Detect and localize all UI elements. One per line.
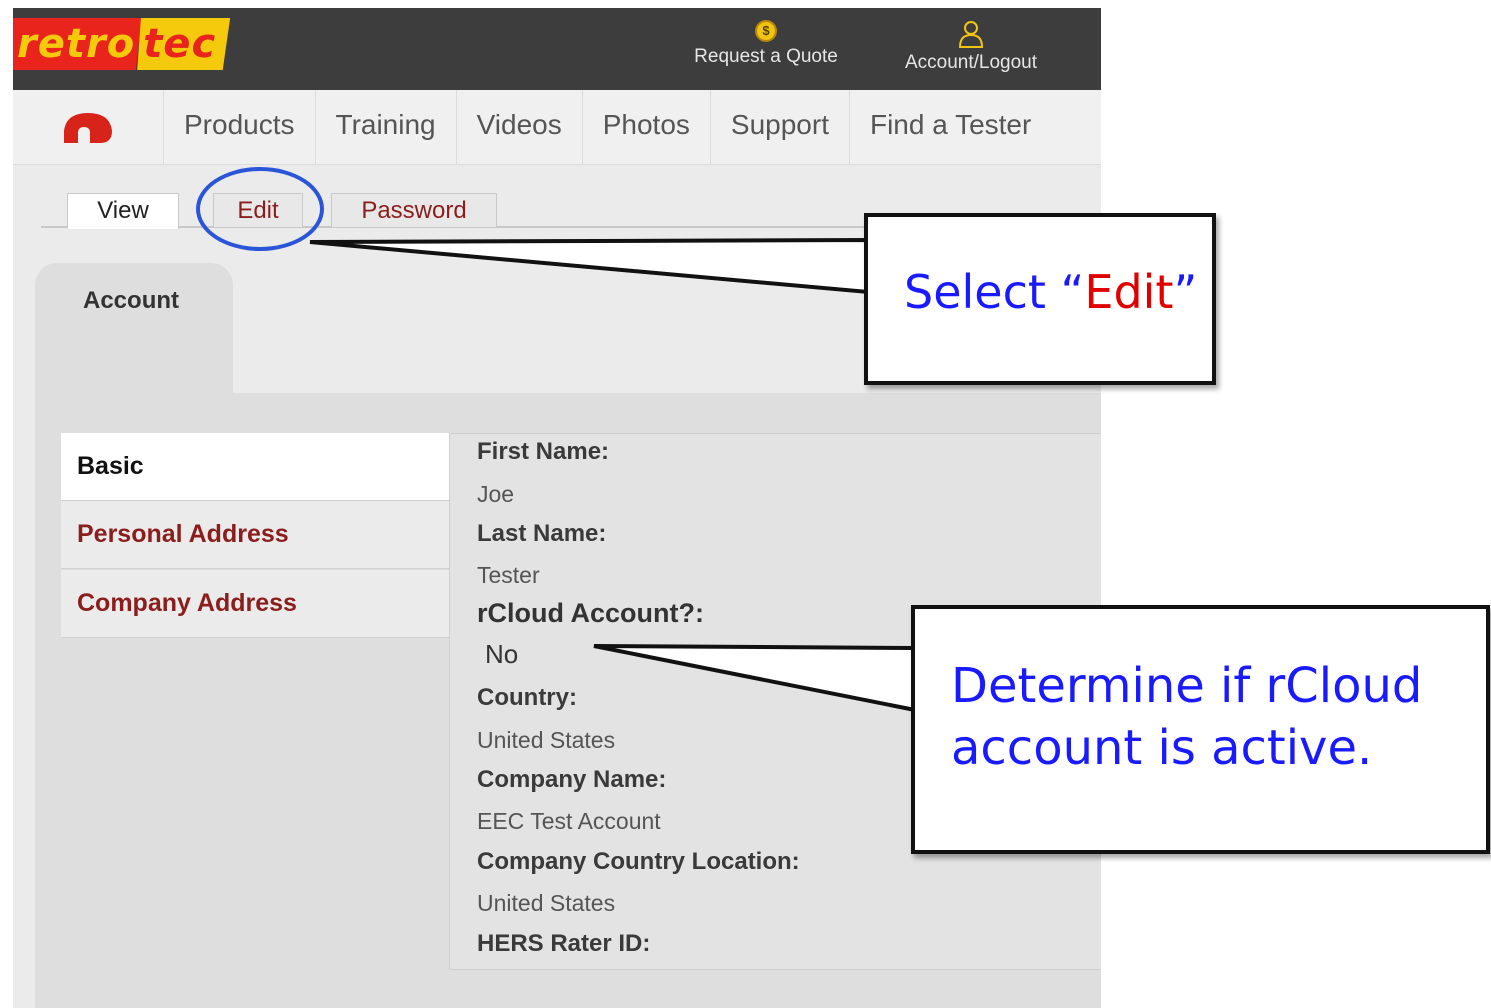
callout-pointer-rcloud — [593, 644, 917, 713]
callout-pointers — [309, 237, 917, 713]
callout-select-edit-highlight: Edit — [1084, 265, 1174, 319]
callout-rcloud-status-text: Determine if rCloud account is active. — [951, 658, 1423, 776]
callout-select-edit-suffix: ” — [1173, 265, 1198, 319]
callout-select-edit: Select “Edit” — [864, 213, 1216, 385]
callout-rcloud-status: Determine if rCloud account is active. — [911, 605, 1490, 854]
callout-select-edit-prefix: Select “ — [904, 265, 1085, 319]
callout-select-edit-text: Select “Edit” — [904, 265, 1197, 319]
callout-pointer-edit — [309, 237, 870, 295]
